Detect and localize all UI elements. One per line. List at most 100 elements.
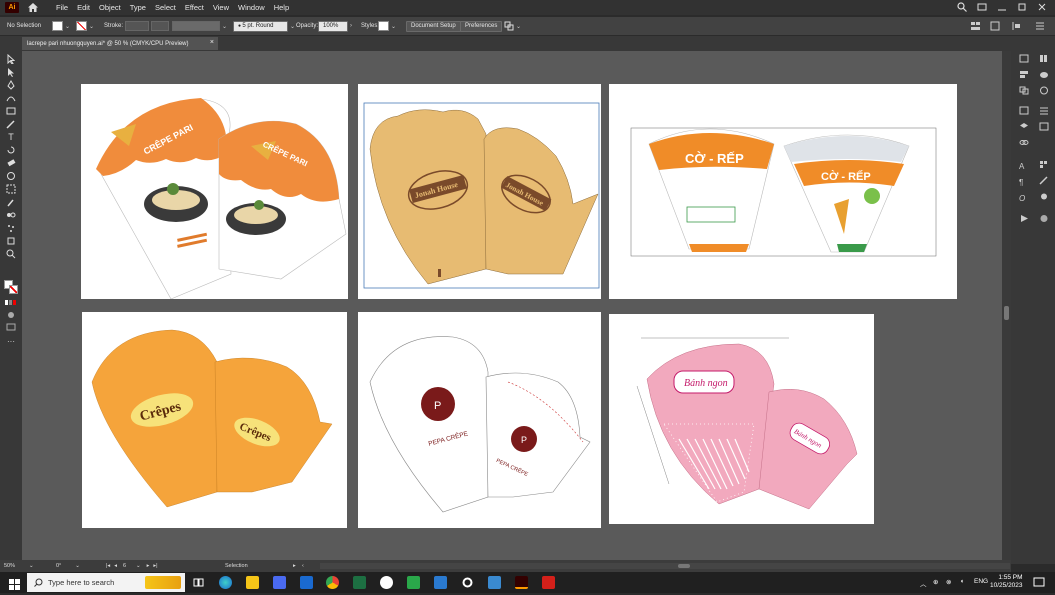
acrobat-icon[interactable]: [542, 576, 555, 589]
menu-effect[interactable]: Effect: [185, 3, 204, 12]
search-icon[interactable]: [957, 2, 967, 12]
symbols-icon[interactable]: [1039, 188, 1049, 200]
artboard-dropdown-icon[interactable]: ⌄: [136, 563, 141, 569]
eraser-tool-icon[interactable]: [5, 158, 17, 168]
libraries-icon[interactable]: [1039, 50, 1049, 62]
warp-tool-icon[interactable]: [5, 171, 17, 181]
paintbrush-tool-icon[interactable]: [5, 119, 17, 129]
color-mode-icons[interactable]: [5, 298, 17, 308]
stroke-swatch[interactable]: ⌄: [76, 20, 94, 32]
next-artboard-icon[interactable]: ▸: [147, 563, 150, 569]
preferences-button[interactable]: Preferences: [460, 20, 503, 32]
zoom-tool-icon[interactable]: [5, 249, 17, 259]
styles-swatch[interactable]: ⌄: [378, 20, 396, 32]
vertical-scrollbar[interactable]: [1002, 51, 1011, 560]
opentype-icon[interactable]: O: [1019, 188, 1029, 203]
menu-select[interactable]: Select: [155, 3, 176, 12]
settings-icon[interactable]: [461, 576, 474, 589]
distribute-icon[interactable]: [1011, 20, 1023, 32]
type-tool-icon[interactable]: T: [5, 132, 17, 142]
zalo-icon[interactable]: [380, 576, 393, 589]
character-icon[interactable]: A: [1019, 156, 1029, 171]
more-tools-icon[interactable]: ···: [5, 336, 17, 346]
task-view-icon[interactable]: [192, 576, 205, 589]
restore-icon[interactable]: [1017, 2, 1027, 12]
menu-object[interactable]: Object: [99, 3, 121, 12]
menu-window[interactable]: Window: [238, 3, 265, 12]
phone-app-icon[interactable]: [407, 576, 420, 589]
close-icon[interactable]: [1037, 2, 1047, 12]
horizontal-scrollbar[interactable]: [320, 563, 1010, 569]
brushes-icon[interactable]: [1039, 172, 1049, 185]
artboard-5[interactable]: P PEPA CRÊPE P PEPA CRÊPE: [358, 312, 601, 528]
document-setup-button[interactable]: Document Setup: [406, 20, 461, 32]
zoom-field[interactable]: 50% ⌄: [4, 562, 34, 570]
mail-icon[interactable]: [300, 576, 313, 589]
stroke-color-swatch[interactable]: [9, 285, 18, 294]
brush-dropdown[interactable]: ● 5 pt. Round ⌄: [233, 20, 295, 32]
cloud-icon[interactable]: [1039, 66, 1049, 78]
last-artboard-icon[interactable]: ▸|: [153, 563, 157, 569]
document-tab[interactable]: lacrepe pari nhuongquyen.ai* @ 50 % (CMY…: [22, 37, 218, 50]
paragraph-icon[interactable]: ¶: [1019, 172, 1029, 187]
screen-mode-icon[interactable]: [5, 322, 17, 332]
artboard-tool-icon[interactable]: [5, 236, 17, 246]
variable-width-dropdown[interactable]: ⌄: [172, 20, 227, 32]
properties-icon[interactable]: [1019, 50, 1029, 63]
notification-icon[interactable]: [1033, 576, 1046, 589]
minimize-icon[interactable]: [997, 2, 1007, 12]
rotate-tool-icon[interactable]: [5, 145, 17, 155]
stroke-weight-dropdown[interactable]: ⌄: [125, 20, 176, 32]
previous-artboard-icon[interactable]: ◂: [114, 563, 117, 569]
menu-lines-icon[interactable]: [1039, 102, 1049, 115]
artboard-2[interactable]: Jonah House Jonah House: [358, 84, 601, 299]
artboards-icon[interactable]: [1039, 118, 1049, 131]
arrange-documents-icon[interactable]: [977, 2, 987, 12]
language-indicator[interactable]: ENG: [974, 578, 988, 585]
artboard-navigation[interactable]: |◂ ◂ 6 ⌄ ▸ ▸|: [106, 562, 158, 570]
scroll-left-icon[interactable]: ‹: [302, 562, 304, 570]
pen-tool-icon[interactable]: [5, 80, 17, 90]
excel-icon[interactable]: [353, 576, 366, 589]
status-menu-icon[interactable]: ▸: [293, 562, 296, 570]
menu-view[interactable]: View: [213, 3, 229, 12]
first-artboard-icon[interactable]: |◂: [106, 563, 110, 569]
draw-mode-icon[interactable]: [5, 310, 17, 320]
align-icon[interactable]: [970, 20, 982, 32]
fill-swatch[interactable]: ⌄: [52, 20, 70, 32]
artboard-6[interactable]: Bánh ngon Bánh ngon: [609, 314, 874, 524]
file-explorer-icon[interactable]: [246, 576, 259, 589]
artboard-1[interactable]: CRÊPE PARI CRÊPE PARI: [81, 84, 348, 299]
artboard-4[interactable]: Crêpes Crêpes: [82, 312, 347, 528]
menu-file[interactable]: File: [56, 3, 68, 12]
color-icon[interactable]: [1039, 82, 1049, 95]
volume-icon[interactable]: ◖: [960, 578, 964, 585]
menu-type[interactable]: Type: [130, 3, 146, 12]
close-tab-icon[interactable]: ×: [210, 39, 214, 46]
arrange-icon[interactable]: ⌄: [504, 20, 521, 32]
curvature-tool-icon[interactable]: [5, 93, 17, 103]
pathfinder-icon[interactable]: [1019, 82, 1029, 95]
edge-icon[interactable]: [219, 576, 232, 589]
network-icon[interactable]: ⊕: [933, 578, 938, 586]
actions-icon[interactable]: [1019, 210, 1029, 222]
pen-app-icon[interactable]: [434, 576, 447, 589]
layers-icon[interactable]: [1019, 118, 1029, 128]
chrome-icon[interactable]: [326, 576, 339, 589]
vertical-scroll-thumb[interactable]: [1004, 306, 1009, 320]
rectangle-tool-icon[interactable]: [5, 106, 17, 116]
panel-menu-icon[interactable]: [1035, 20, 1045, 32]
taskbar-search-box[interactable]: Type here to search: [27, 573, 185, 592]
selection-tool-icon[interactable]: [5, 54, 17, 64]
symbol-sprayer-tool-icon[interactable]: [5, 223, 17, 233]
opacity-field[interactable]: 100% ›: [318, 20, 352, 32]
free-transform-tool-icon[interactable]: [5, 184, 17, 194]
artboard-3[interactable]: CỜ - RẾP CỜ - RẾP: [609, 84, 957, 299]
blend-tool-icon[interactable]: [5, 210, 17, 220]
remote-desktop-icon[interactable]: [488, 576, 501, 589]
transform-icon[interactable]: [990, 20, 1002, 32]
windows-start-icon[interactable]: [9, 577, 20, 595]
graphic-styles-icon[interactable]: [1039, 210, 1049, 222]
system-clock[interactable]: 1:55 PM 10/25/2023: [990, 574, 1023, 590]
menu-help[interactable]: Help: [274, 3, 289, 12]
